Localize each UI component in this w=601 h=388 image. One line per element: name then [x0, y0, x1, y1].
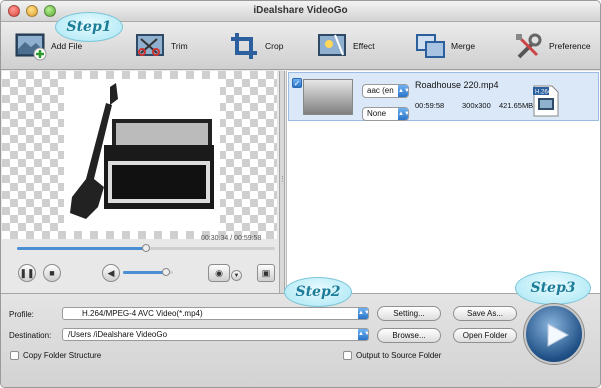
app-window: iDealshare VideoGo Add File Trim Crop Ef… — [0, 0, 601, 388]
copy-folder-label: Copy Folder Structure — [23, 351, 102, 360]
profile-label: Profile: — [9, 310, 34, 319]
file-list: ✓ aac (en ▲▼ None ▲▼ Roadhouse 220.mp4 00:… — [286, 71, 600, 293]
file-resolution: 300x300 — [462, 101, 491, 110]
file-size: 421.65MB — [499, 101, 534, 110]
file-checkbox[interactable]: ✓ — [292, 78, 302, 88]
profile-value: H.264/MPEG-4 AVC Video(*.mp4) — [82, 309, 203, 318]
profile-select[interactable]: H.264/MPEG-4 AVC Video(*.mp4) ▲▼ — [62, 307, 369, 320]
volume-button[interactable]: ◀ — [102, 264, 120, 282]
file-duration: 00:59:58 — [415, 101, 445, 110]
step2-callout: Step2 — [284, 277, 352, 307]
step3-callout: Step3 — [515, 271, 591, 305]
file-thumbnail — [303, 79, 353, 115]
trim-button[interactable]: Trim — [135, 28, 188, 64]
roadhouse-poster-image — [64, 79, 220, 231]
snapshot-button[interactable]: ◉ — [208, 264, 230, 282]
pause-button[interactable]: ❚❚ — [18, 264, 36, 282]
browse-button[interactable]: Browse... — [377, 328, 441, 343]
seek-progress — [17, 247, 146, 250]
select-arrows-icon: ▲▼ — [398, 85, 408, 97]
file-row[interactable]: ✓ aac (en ▲▼ None ▲▼ Roadhouse 220.mp4 00:… — [288, 72, 599, 121]
volume-knob[interactable] — [161, 268, 170, 276]
add-file-label: Add File — [51, 41, 83, 51]
subtitle-select[interactable]: None ▲▼ — [362, 107, 409, 121]
step1-callout: Step1 — [55, 12, 123, 42]
guitar-amp-artwork — [70, 83, 214, 219]
effect-label: Effect — [353, 41, 375, 51]
panel-splitter[interactable]: ⋮ — [279, 71, 286, 293]
preference-button[interactable]: Preference — [513, 28, 591, 64]
h264-file-icon: H.264 — [533, 85, 559, 117]
play-icon — [547, 323, 570, 347]
merge-icon — [416, 34, 445, 58]
volume-slider[interactable] — [123, 268, 173, 276]
crop-label: Crop — [265, 41, 284, 51]
volume-level — [123, 271, 166, 274]
merge-button[interactable]: Merge — [415, 28, 475, 64]
copy-folder-checkbox[interactable] — [10, 351, 19, 360]
select-arrows-icon: ▲▼ — [358, 308, 368, 319]
crop-button[interactable]: Crop — [229, 28, 283, 64]
merge-label: Merge — [451, 41, 476, 51]
camera-icon: ◉ — [215, 267, 223, 278]
select-arrows-icon: ▲▼ — [358, 329, 368, 340]
save-as-button[interactable]: Save As... — [453, 306, 517, 321]
select-arrows-icon: ▲▼ — [398, 108, 408, 120]
video-preview — [2, 71, 277, 239]
trim-label: Trim — [171, 41, 188, 51]
time-readout: 00:30:34 / 00:59:58 — [201, 235, 262, 242]
splitter-grip-icon: ⋮ — [279, 176, 286, 183]
add-file-icon — [15, 33, 47, 61]
fullscreen-button[interactable]: ▣ — [257, 264, 275, 282]
audio-track-value: aac (en — [367, 86, 394, 95]
setting-button[interactable]: Setting... — [377, 306, 441, 321]
open-folder-button[interactable]: Open Folder — [453, 328, 517, 343]
destination-label: Destination: — [9, 331, 52, 340]
preference-label: Preference — [549, 41, 591, 51]
subtitle-value: None — [367, 109, 387, 118]
settings-panel: Profile: H.264/MPEG-4 AVC Video(*.mp4) ▲… — [1, 293, 600, 387]
effect-icon — [318, 34, 346, 56]
preference-icon — [516, 33, 542, 59]
output-source-checkbox[interactable] — [343, 351, 352, 360]
destination-value: /Users /iDealshare VideoGo — [68, 330, 168, 339]
crop-icon — [231, 33, 257, 59]
output-source-label: Output to Source Folder — [356, 351, 442, 360]
stop-icon: ■ — [49, 268, 55, 278]
stop-button[interactable]: ■ — [43, 264, 61, 282]
destination-select[interactable]: /Users /iDealshare VideoGo ▲▼ — [62, 328, 369, 341]
fullscreen-icon: ▣ — [261, 267, 271, 278]
seek-knob[interactable] — [142, 244, 150, 252]
file-name: Roadhouse 220.mp4 — [415, 80, 499, 90]
convert-button[interactable] — [524, 304, 584, 364]
speaker-icon: ◀ — [107, 267, 115, 278]
chevron-down-icon: ▼ — [233, 272, 240, 279]
effect-button[interactable]: Effect — [317, 28, 375, 64]
trim-icon — [136, 34, 164, 56]
pause-icon: ❚❚ — [19, 267, 35, 278]
seek-slider[interactable] — [17, 244, 275, 252]
audio-track-select[interactable]: aac (en ▲▼ — [362, 84, 409, 98]
snapshot-menu-button[interactable]: ▼ — [231, 270, 242, 281]
format-badge: H.264 — [535, 90, 552, 96]
